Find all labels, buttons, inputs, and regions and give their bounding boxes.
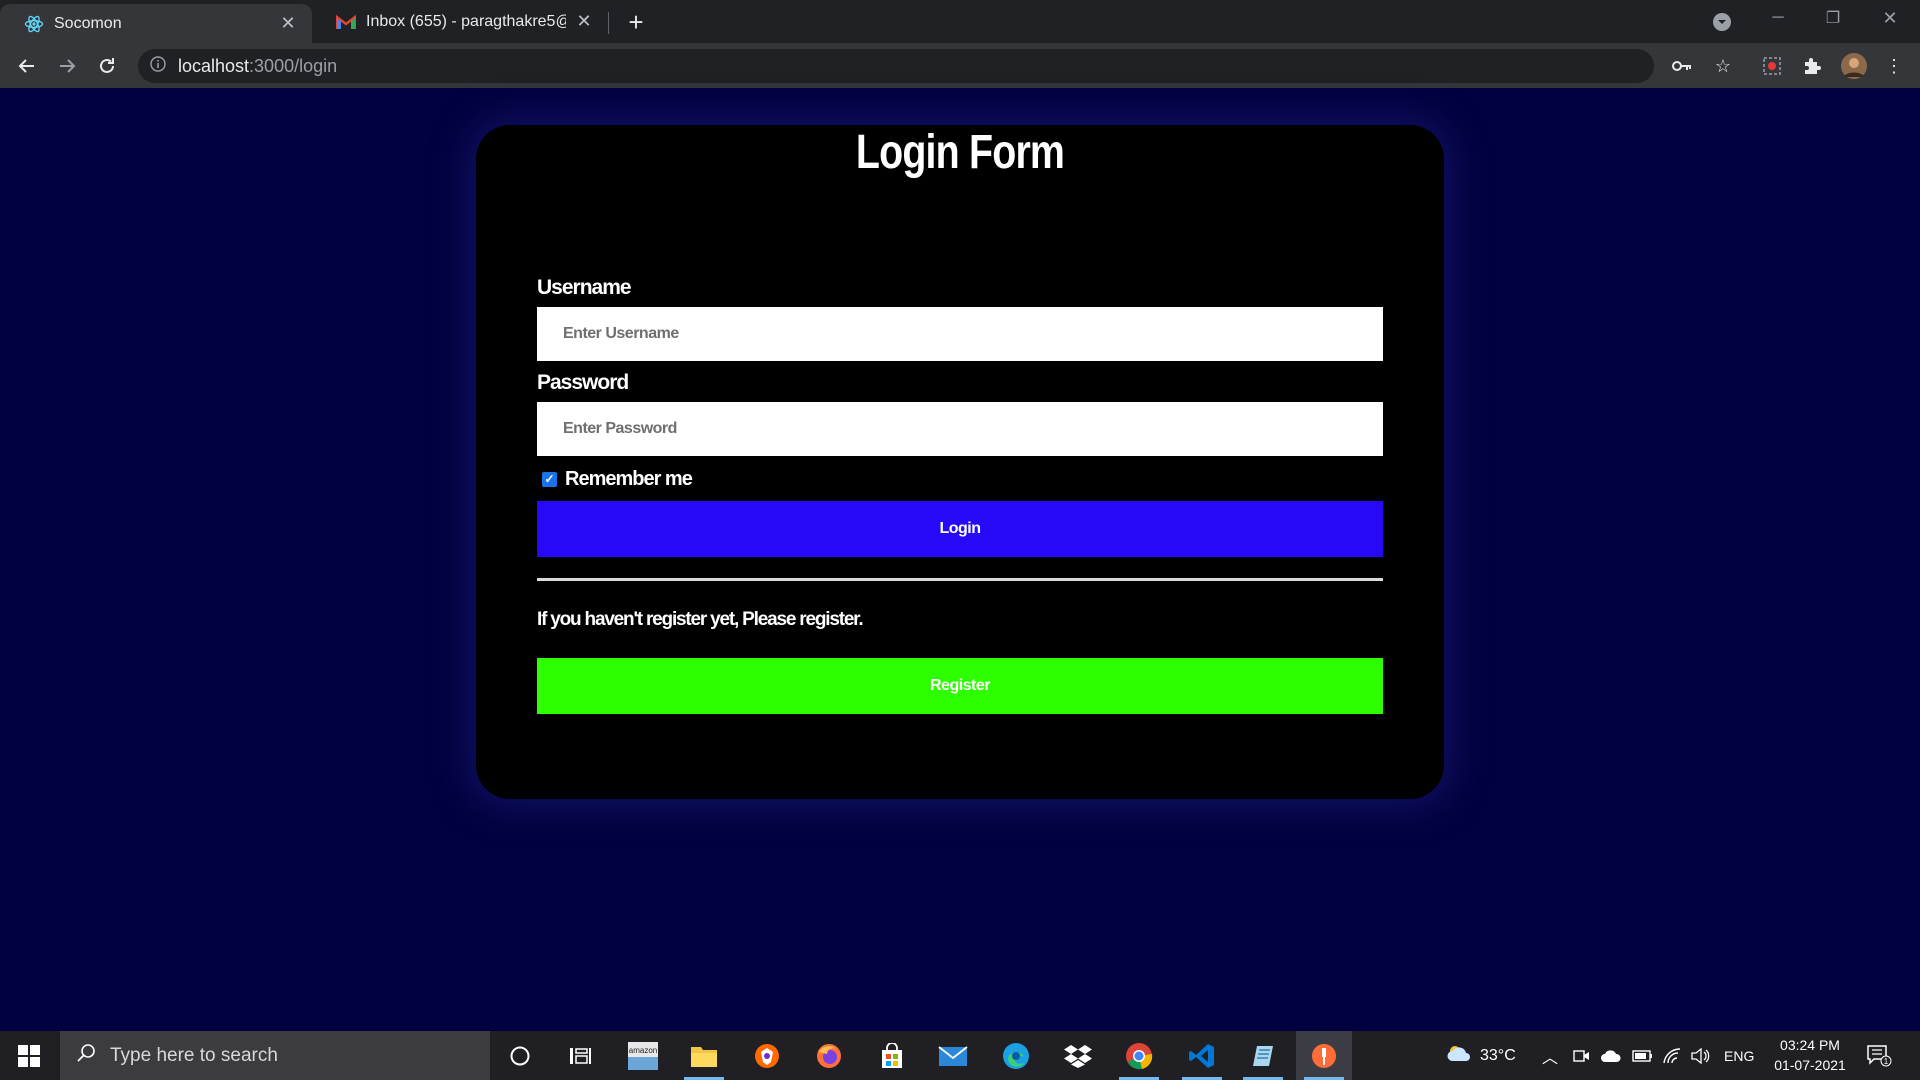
address-bar[interactable]: localhost:3000/login	[138, 49, 1654, 83]
minimize-icon[interactable]: ─	[1766, 6, 1790, 30]
cortana-icon[interactable]	[492, 1031, 548, 1080]
remember-me-row: ✓ Remember me	[537, 466, 1383, 492]
url-host: localhost	[178, 55, 250, 76]
windows-start-icon[interactable]	[0, 1031, 58, 1080]
register-prompt: If you haven't register yet, Please regi…	[537, 609, 864, 630]
login-card: Login Form Username Password ✓ Remember …	[476, 125, 1444, 799]
windows-taskbar: Type here to search amazon 33°C ︿ ENG 03…	[0, 1031, 1920, 1080]
bookmark-star-icon[interactable]: ☆	[1711, 54, 1735, 78]
wifi-icon[interactable]	[1662, 1031, 1682, 1080]
tab-title: Inbox (655) - paragthakre5@gma	[366, 12, 566, 30]
tab-gmail-inbox[interactable]: Inbox (655) - paragthakre5@gma ✕	[312, 0, 608, 43]
clock-date: 01-07-2021	[1774, 1057, 1846, 1073]
remember-me-checkbox[interactable]: ✓	[542, 471, 557, 487]
dropbox-icon[interactable]	[1050, 1031, 1106, 1080]
remember-me-label[interactable]: Remember me	[565, 468, 693, 491]
password-key-icon[interactable]	[1670, 54, 1694, 78]
language-indicator[interactable]: ENG	[1724, 1031, 1754, 1080]
postman-icon[interactable]	[1296, 1031, 1352, 1080]
mail-icon[interactable]	[925, 1031, 981, 1080]
login-button[interactable]: Login	[537, 501, 1383, 557]
show-hidden-icons-chevron-icon[interactable]: ︿	[1542, 1031, 1558, 1080]
edge-icon[interactable]	[988, 1031, 1044, 1080]
page-body: Login Form Username Password ✓ Remember …	[0, 88, 1920, 1031]
battery-icon[interactable]	[1632, 1031, 1654, 1080]
login-form: Username Password ✓ Remember me Login If…	[537, 276, 1383, 714]
form-divider	[537, 578, 1383, 581]
close-tab-icon[interactable]: ✕	[574, 11, 594, 32]
search-placeholder: Type here to search	[110, 1044, 278, 1066]
register-button[interactable]: Register	[537, 658, 1383, 714]
weather-temp: 33°C	[1480, 1046, 1516, 1064]
browser-menu-icon[interactable]: ⋮	[1882, 54, 1906, 78]
password-input[interactable]	[537, 402, 1383, 456]
svg-text:amazon: amazon	[629, 1046, 657, 1055]
site-info-icon[interactable]	[150, 55, 166, 77]
new-tab-icon[interactable]: +	[622, 7, 650, 37]
volume-icon[interactable]	[1690, 1031, 1710, 1080]
page-title: Login Form	[855, 126, 1065, 179]
chrome-icon[interactable]	[1111, 1031, 1167, 1080]
close-tab-icon[interactable]: ✕	[278, 13, 298, 34]
notification-count: 1	[1884, 1057, 1889, 1066]
window-close-icon[interactable]: ✕	[1878, 6, 1902, 30]
username-label: Username	[537, 276, 632, 299]
restore-icon[interactable]: ❐	[1821, 6, 1845, 30]
weather-widget[interactable]: 33°C	[1446, 1031, 1516, 1080]
react-icon	[24, 14, 44, 34]
tab-title: Socomon	[54, 14, 122, 32]
taskbar-search-input[interactable]: Type here to search	[60, 1031, 490, 1080]
url-text: localhost:3000/login	[178, 56, 337, 77]
file-explorer-icon[interactable]	[676, 1031, 732, 1080]
tab-separator	[608, 12, 609, 34]
url-path: :3000/login	[249, 55, 338, 76]
screen-record-icon[interactable]	[1760, 54, 1784, 78]
system-clock[interactable]: 03:24 PM 01-07-2021	[1762, 1035, 1858, 1075]
browser-tab-bar: Socomon ✕ Inbox (655) - paragthakre5@gma…	[0, 0, 1920, 43]
username-input[interactable]	[537, 307, 1383, 361]
vscode-icon[interactable]	[1174, 1031, 1230, 1080]
store-icon[interactable]	[864, 1031, 920, 1080]
tab-search-icon[interactable]	[1710, 10, 1734, 34]
profile-avatar[interactable]	[1840, 52, 1868, 80]
onedrive-cloud-icon[interactable]	[1600, 1031, 1622, 1080]
amazon-icon[interactable]: amazon	[615, 1031, 671, 1080]
notepad-icon[interactable]	[1235, 1031, 1291, 1080]
weather-cloud-icon	[1446, 1043, 1472, 1068]
browser-toolbar: localhost:3000/login ☆ ⋮	[0, 43, 1920, 88]
task-view-icon[interactable]	[552, 1031, 608, 1080]
tab-socomon[interactable]: Socomon ✕	[0, 4, 312, 43]
password-label: Password	[537, 371, 629, 394]
clock-time: 03:24 PM	[1780, 1037, 1840, 1053]
firefox-icon[interactable]	[801, 1031, 857, 1080]
search-icon	[76, 1043, 96, 1069]
gmail-icon	[336, 12, 356, 32]
meet-now-icon[interactable]	[1572, 1031, 1590, 1080]
forward-icon[interactable]	[52, 51, 82, 81]
back-icon[interactable]	[12, 51, 42, 81]
reload-icon[interactable]	[92, 51, 122, 81]
brave-icon[interactable]	[739, 1031, 795, 1080]
notification-center-icon[interactable]: 1	[1866, 1031, 1892, 1080]
extensions-puzzle-icon[interactable]	[1800, 54, 1824, 78]
